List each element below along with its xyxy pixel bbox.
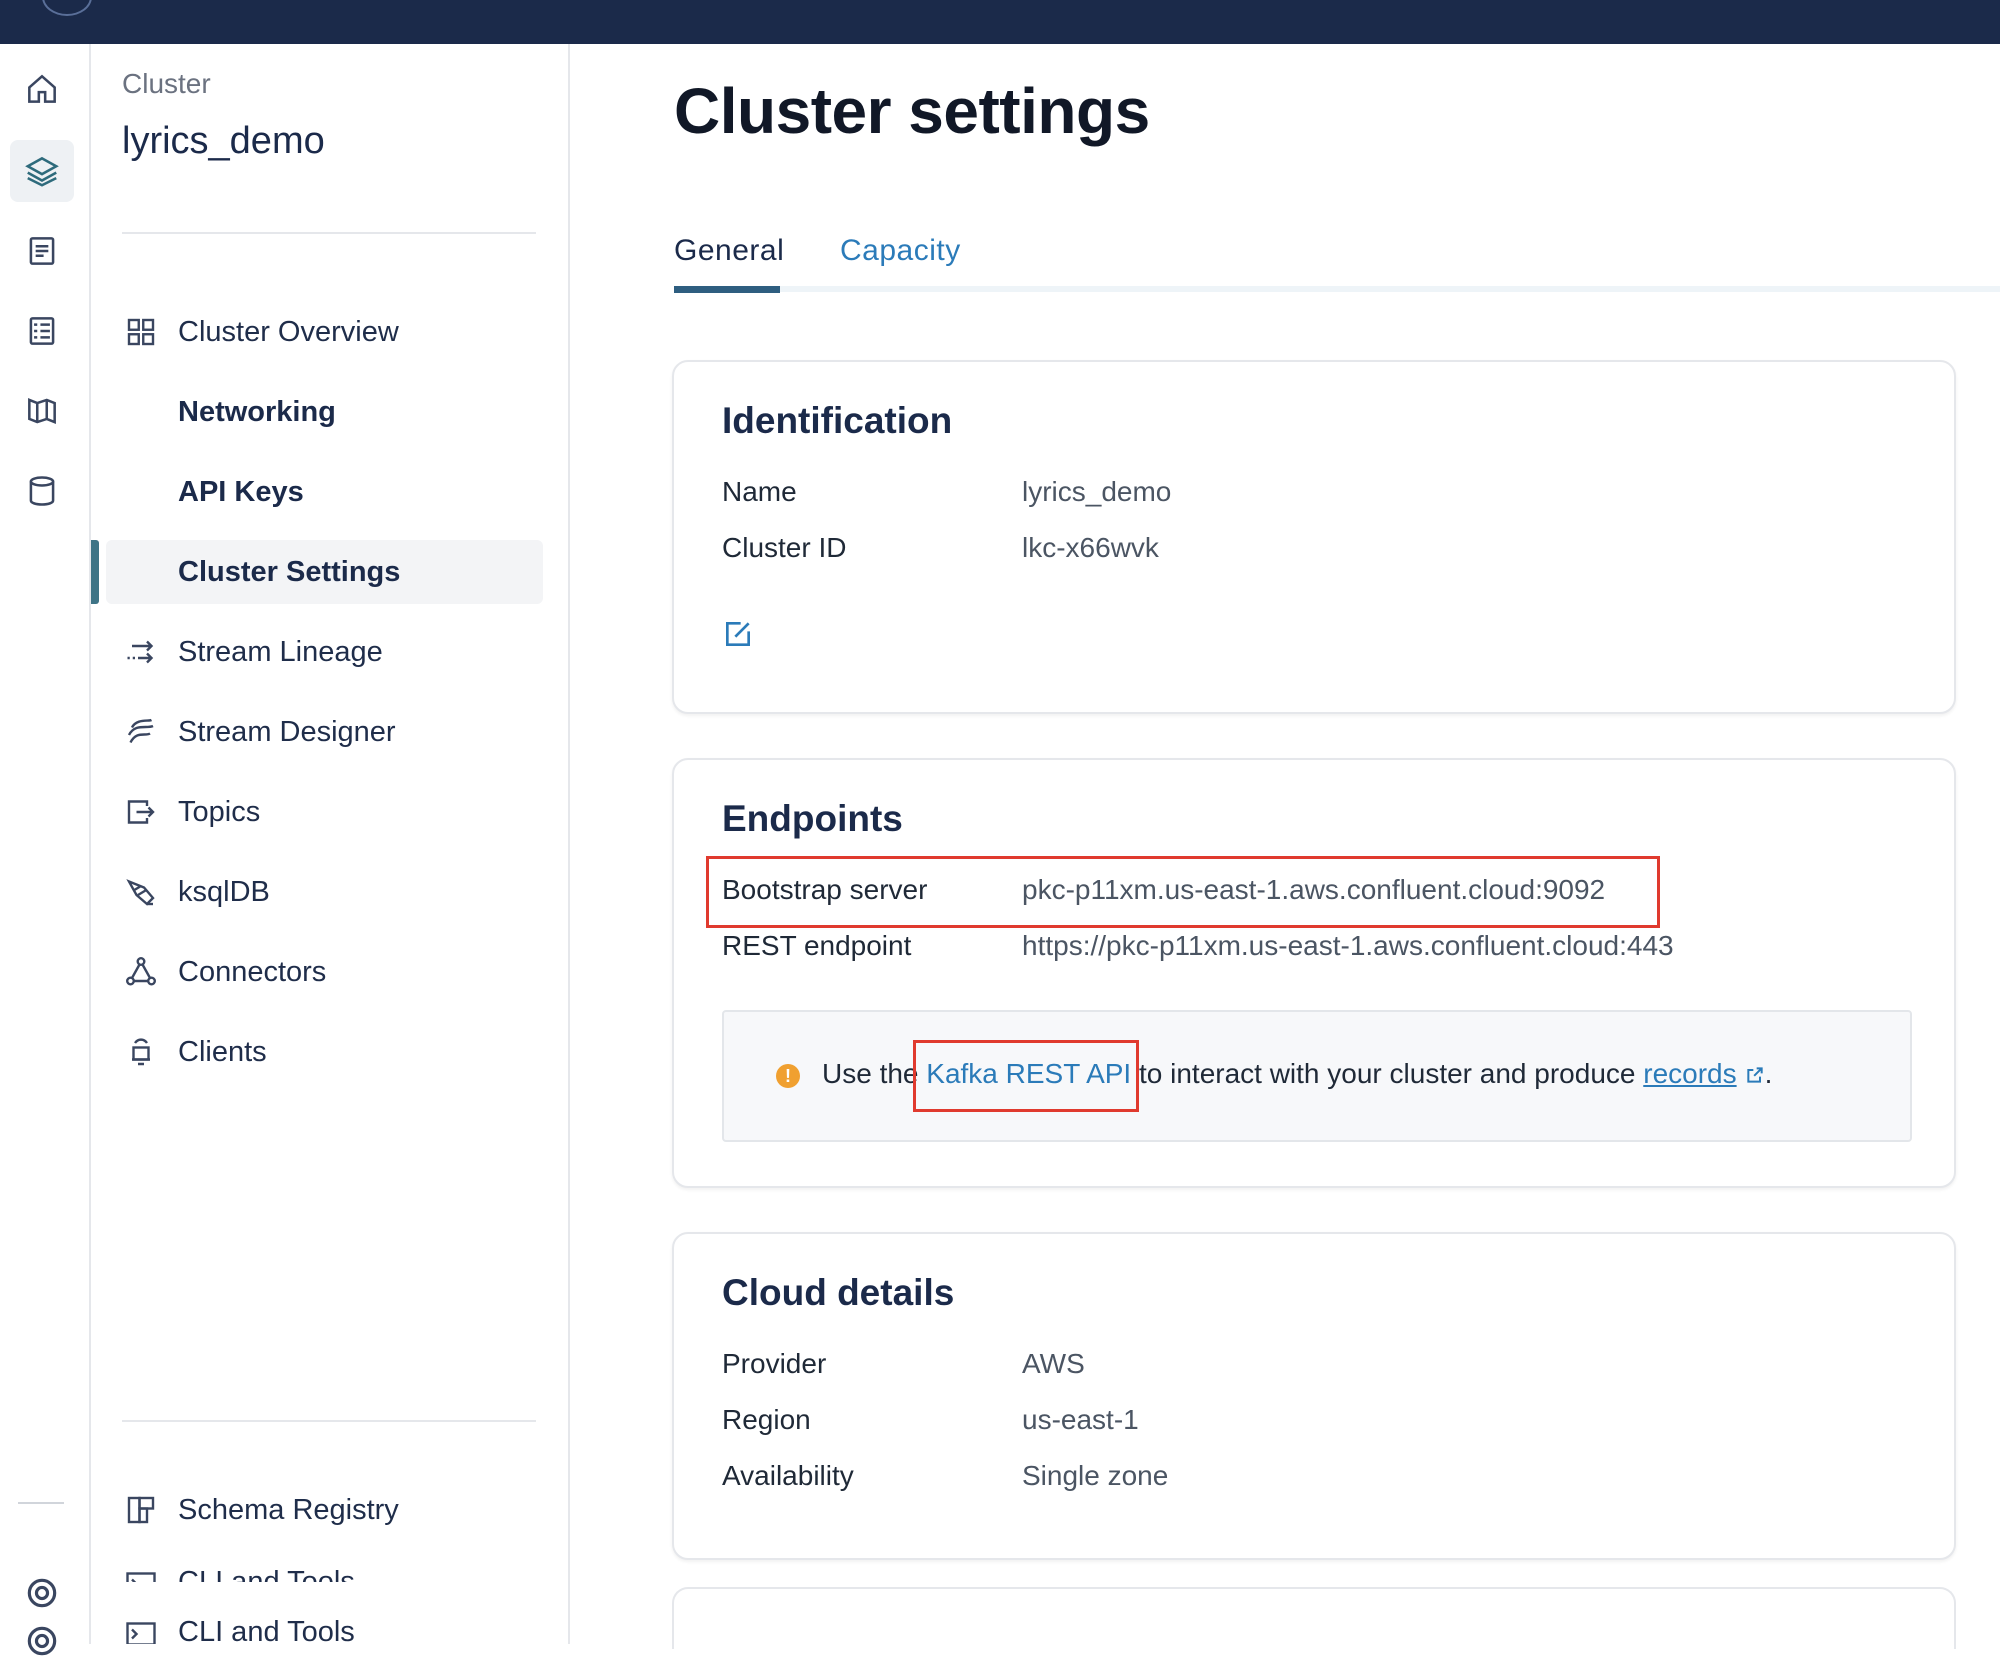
warning-icon: ! [776,1064,800,1088]
sidebar-item-label: Stream Designer [178,715,396,748]
page-title: Cluster settings [674,75,1150,147]
sidebar-item-label: CLI and Tools [178,1616,355,1644]
identification-card: Identification Name lyrics_demo Cluster … [672,360,1956,714]
row-value: us-east-1 [1022,1404,1139,1435]
highlight-box [706,856,1660,928]
connectors-icon [123,954,159,990]
tab-bar: General Capacity [674,234,2000,294]
clients-icon [123,1034,159,1070]
top-bar [0,0,2000,44]
sidebar-item-topics[interactable]: Topics [91,780,551,844]
home-icon[interactable] [10,58,74,120]
map-icon[interactable] [10,380,74,442]
banner-text-middle: to interact with your cluster and produc… [1138,1058,1636,1089]
sidebar-item-label: API Keys [178,475,304,508]
row-value: Single zone [1022,1460,1169,1491]
schema-icon [123,1492,159,1528]
divider [122,1420,536,1422]
sidebar-item-clients[interactable]: Clients [91,1020,551,1084]
divider [122,232,536,234]
sidebar-item-cli-tools[interactable]: CLI and Tools [91,1552,551,1582]
breadcrumb: Cluster [122,68,211,99]
sidebar-item-stream-designer[interactable]: Stream Designer [91,700,551,764]
cluster-name[interactable]: lyrics_demo [122,120,325,163]
sidebar-item-cluster-settings[interactable]: Cluster Settings [91,540,551,604]
sidebar-item-cli-tools[interactable]: CLI and Tools [91,1600,551,1644]
row-label: Cluster ID [722,532,847,563]
row-label: REST endpoint [722,930,912,961]
row-label: Name [722,476,797,507]
card-title: Cloud details [722,1272,955,1313]
sidebar: Cluster lyrics_demo Cluster Overview Net… [91,44,570,1644]
tab-capacity[interactable]: Capacity [840,234,961,268]
banner-text-suffix: . [1764,1058,1773,1089]
cloud-details-card: Cloud details Provider AWS Region us-eas… [672,1232,1956,1560]
main-content: Cluster settings General Capacity Identi… [570,44,2000,1649]
sidebar-item-label: ksqlDB [178,875,270,908]
row-value: lyrics_demo [1022,476,1172,507]
records-link[interactable]: records [1643,1058,1736,1089]
active-indicator [91,540,99,604]
database-icon[interactable] [10,460,74,522]
sidebar-item-connectors[interactable]: Connectors [91,940,551,1004]
sidebar-item-schema-registry[interactable]: Schema Registry [91,1478,551,1542]
lineage-icon [123,634,159,670]
card-title: Identification [722,400,953,441]
sidebar-item-label: Cluster Settings [178,555,401,588]
list-icon[interactable] [10,300,74,362]
row-value: lkc-x66wvk [1022,532,1159,563]
highlight-box [913,1040,1139,1112]
row-value: AWS [1022,1348,1085,1379]
tab-general[interactable]: General [674,234,785,293]
sidebar-item-label: Clients [178,1035,267,1068]
tab-track [674,286,2000,292]
sidebar-item-label: Topics [178,795,261,828]
document-icon[interactable] [10,220,74,282]
grid-icon [123,314,159,350]
row-label: Region [722,1404,811,1435]
sidebar-item-networking[interactable]: Networking [91,380,551,444]
sidebar-item-ksqldb[interactable]: ksqlDB [91,860,551,924]
layers-icon[interactable] [10,140,74,202]
sidebar-item-cluster-overview[interactable]: Cluster Overview [91,300,551,364]
designer-icon [123,714,159,750]
rail-divider [18,1502,64,1504]
info-banner: ! Use the Kafka REST API to interact wit… [722,1010,1912,1142]
tab-label: Capacity [840,234,961,267]
row-label: Provider [722,1348,827,1379]
row-value[interactable]: https://pkc-p11xm.us-east-1.aws.confluen… [1022,930,1674,962]
banner-text-prefix: Use the [822,1058,919,1089]
next-card [672,1587,1956,1649]
sidebar-item-label: Connectors [178,955,327,988]
icon-rail [0,44,91,1656]
help-icon[interactable] [10,1610,74,1672]
card-title: Endpoints [722,798,903,839]
edit-icon[interactable] [722,618,754,650]
ksqldb-icon [123,874,159,910]
sidebar-item-label: Schema Registry [178,1493,399,1526]
tab-label: General [674,234,785,267]
sidebar-item-label: CLI and Tools [178,1566,355,1582]
terminal-icon [123,1566,159,1582]
sidebar-item-label: Stream Lineage [178,635,383,668]
endpoints-card: Endpoints Bootstrap server pkc-p11xm.us-… [672,758,1956,1188]
sidebar-item-label: Cluster Overview [178,315,399,348]
sidebar-item-label: Networking [178,395,336,428]
topics-icon [123,794,159,830]
active-tab-underline [674,286,780,293]
logo-icon[interactable] [42,0,92,16]
external-link-icon[interactable] [1745,1065,1765,1085]
row-label: Availability [722,1460,854,1491]
sidebar-item-api-keys[interactable]: API Keys [91,460,551,524]
terminal-icon [123,1616,159,1644]
sidebar-item-stream-lineage[interactable]: Stream Lineage [91,620,551,684]
